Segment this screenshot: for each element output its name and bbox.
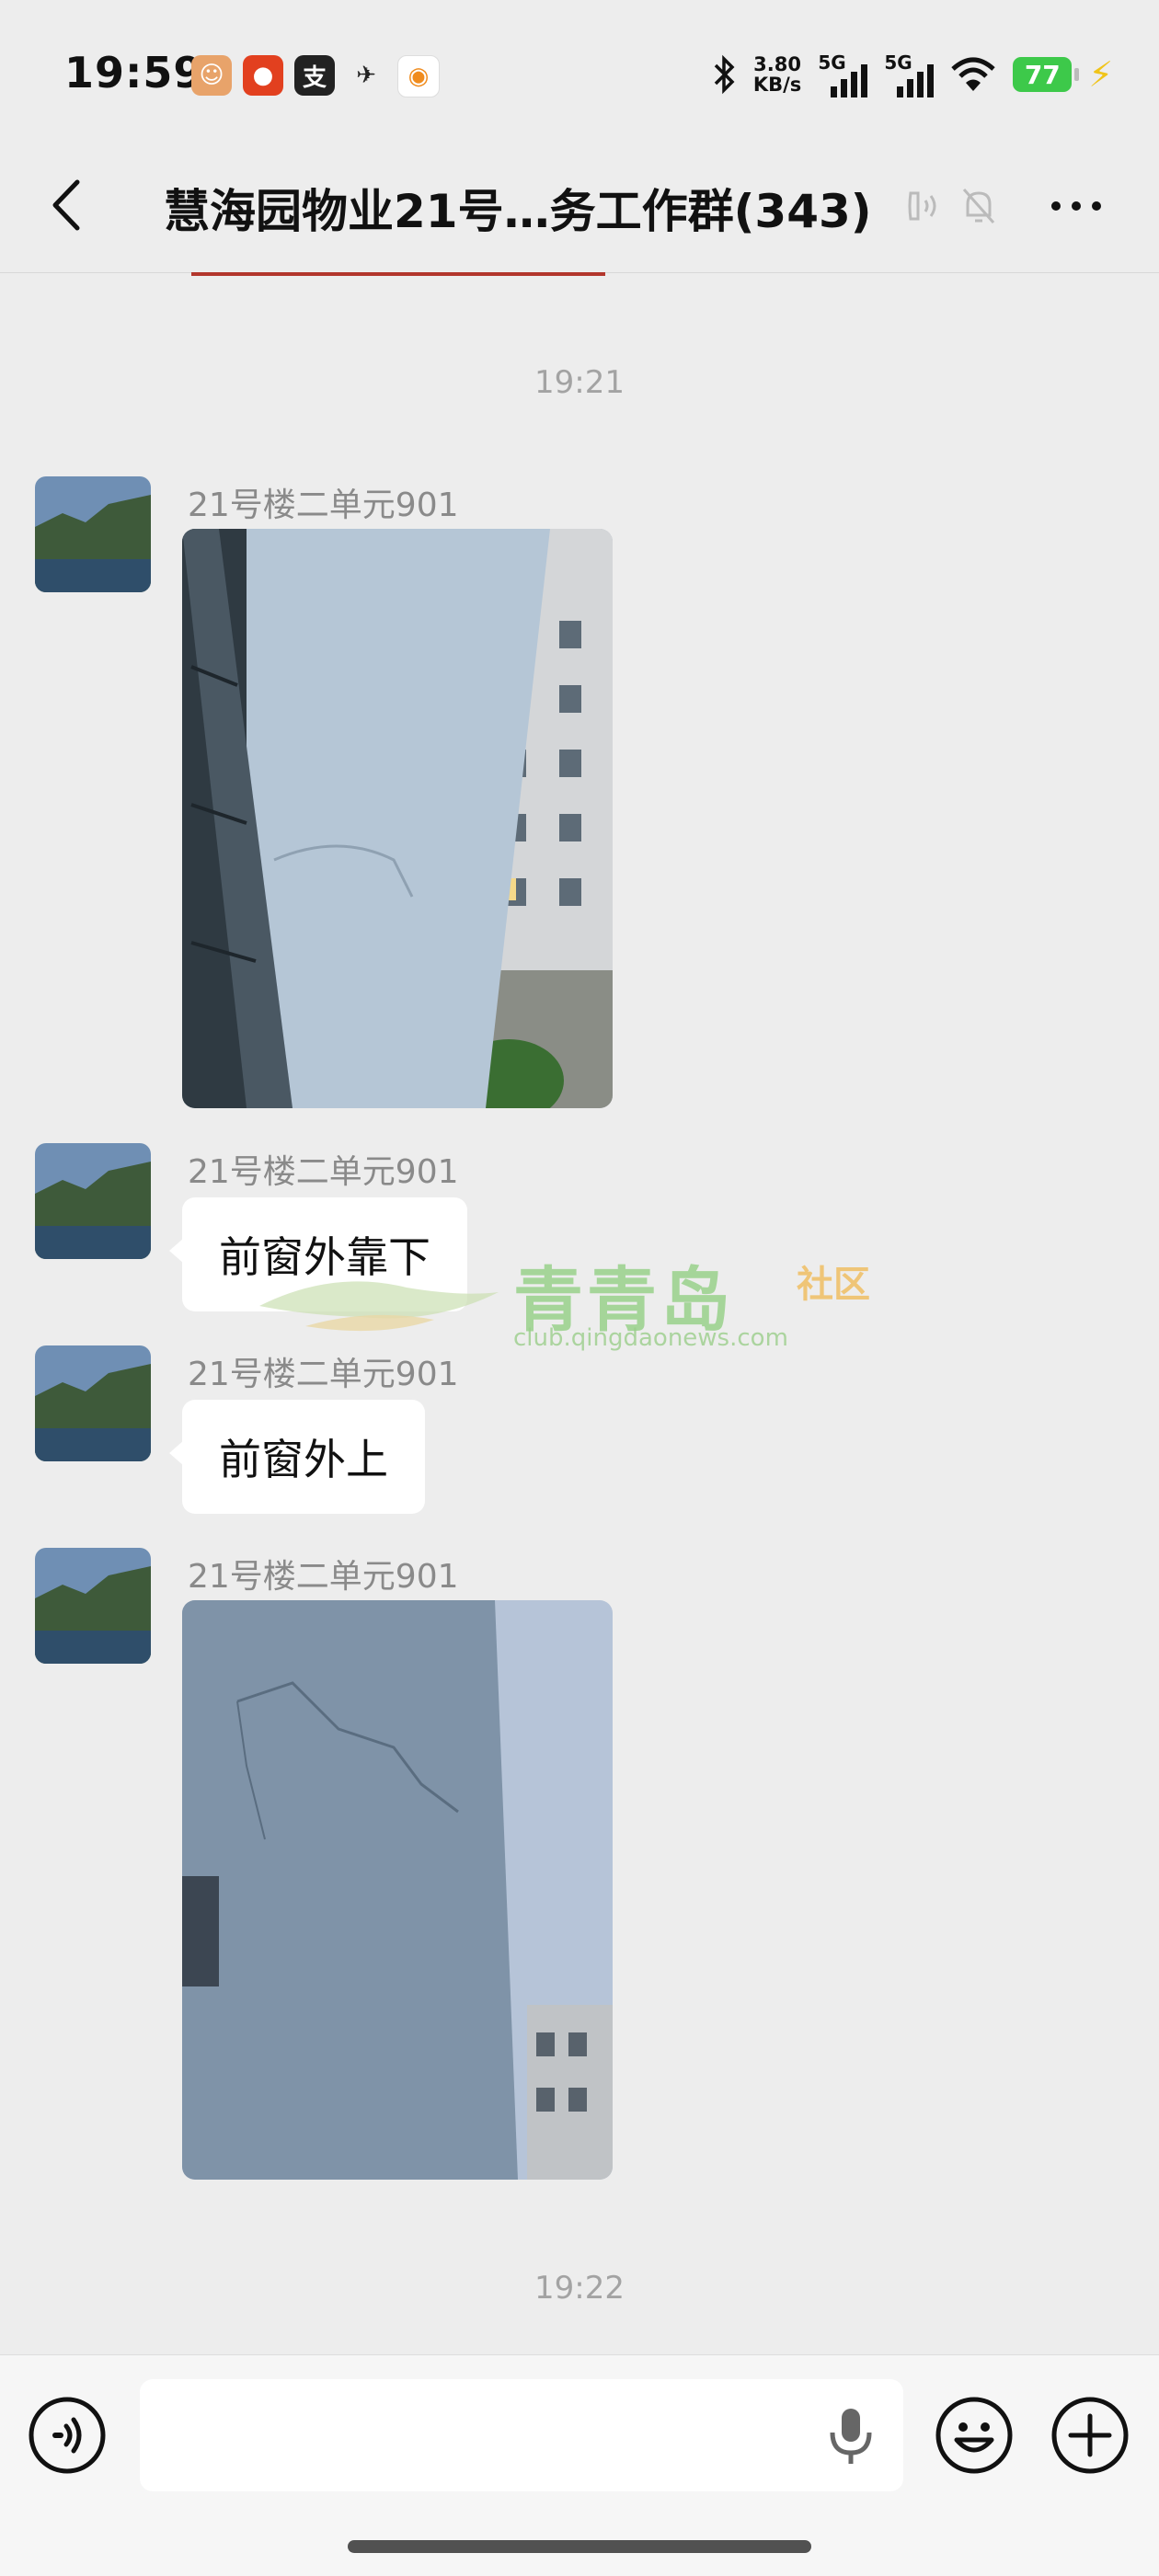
charging-bolt-icon: ⚡ — [1088, 54, 1113, 95]
watermark-logo: 青青岛 社区 club.qingdaonews.com — [250, 1232, 894, 1361]
sender-avatar[interactable] — [35, 1345, 151, 1461]
message-bubble[interactable]: 前窗外上 — [169, 1400, 425, 1514]
plus-icon[interactable] — [1050, 2396, 1130, 2475]
net-speed-value: 3.80 — [753, 53, 801, 75]
status-right: 3.80 KB/s 5G 5G 77 ⚡ — [713, 52, 1113, 97]
status-bar: 19:59 ☺ ● 支 ✈ ◉ 3.80 KB/s 5G 5G 77 ⚡ — [0, 0, 1159, 138]
bluetooth-icon — [714, 54, 735, 95]
sender-name: 21号楼二单元901 — [188, 487, 459, 524]
sender-name: 21号楼二单元901 — [188, 1153, 459, 1191]
message-input[interactable] — [140, 2379, 903, 2491]
chat-title: 慧海园物业21号…务工作群(343) — [164, 185, 872, 238]
shop-app-icon: ◉ — [397, 55, 440, 97]
island-logo-icon — [259, 1281, 499, 1332]
battery-icon: 77 — [1013, 57, 1080, 92]
wifi-icon — [951, 57, 995, 91]
back-arrow-icon[interactable] — [44, 175, 99, 235]
red-app-icon: ● — [243, 55, 283, 96]
home-indicator[interactable] — [348, 2540, 811, 2553]
bird-app-icon: ✈ — [356, 62, 376, 89]
net-speed: 3.80 KB/s — [753, 54, 801, 95]
sender-avatar[interactable] — [35, 1548, 151, 1664]
cartoon-app-icon: ☺ — [191, 55, 232, 96]
microphone-icon[interactable] — [823, 2403, 878, 2467]
chat-header: 慧海园物业21号…务工作群(343) — [0, 138, 1159, 273]
sender-avatar[interactable] — [35, 1143, 151, 1259]
wall-crack-photo[interactable] — [182, 1600, 613, 2180]
signal-1-icon: 5G — [818, 52, 868, 97]
voice-mode-icon[interactable] — [28, 2396, 107, 2475]
watermark-suffix: 社区 — [797, 1264, 870, 1306]
previous-image-edge — [191, 272, 605, 276]
timestamp: 19:22 — [534, 2270, 625, 2307]
sender-name: 21号楼二单元901 — [188, 1558, 459, 1596]
emoji-icon[interactable] — [935, 2396, 1014, 2475]
timestamp: 19:21 — [534, 364, 625, 401]
watermark-url: club.qingdaonews.com — [513, 1324, 788, 1352]
muted-bell-icon — [962, 189, 995, 223]
status-time: 19:59 — [64, 48, 204, 97]
net-speed-unit: KB/s — [752, 74, 802, 96]
alipay-app-icon: 支 — [294, 55, 335, 96]
earpiece-mode-icon — [908, 191, 936, 221]
sender-avatar[interactable] — [35, 476, 151, 592]
signal-2-icon: 5G — [884, 52, 935, 97]
wall-crack-photo[interactable] — [182, 529, 613, 1108]
notification-icons: ☺ ● 支 ✈ ◉ — [191, 55, 440, 97]
more-options-icon[interactable] — [1049, 184, 1104, 228]
